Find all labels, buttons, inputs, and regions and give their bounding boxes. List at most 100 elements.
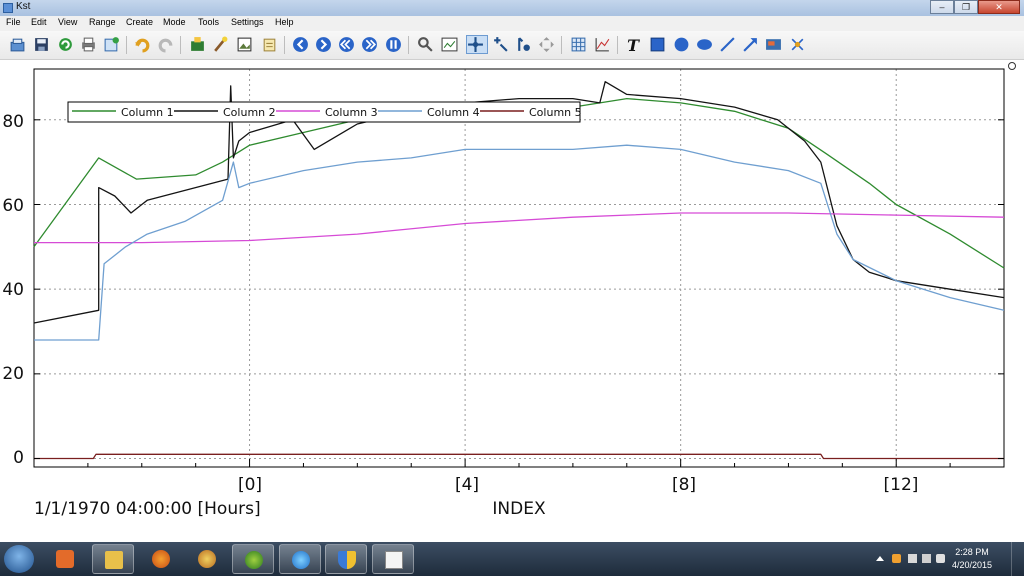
forward-icon[interactable] <box>315 36 332 53</box>
taskbar: 2:28 PM 4/20/2015 <box>0 542 1024 576</box>
back-icon[interactable] <box>292 36 309 53</box>
clock-time: 2:28 PM <box>955 547 989 557</box>
paint-icon[interactable] <box>186 544 228 574</box>
svg-text:T: T <box>627 36 640 53</box>
menu-create[interactable]: Create <box>126 17 153 27</box>
plot-frame <box>33 68 1005 468</box>
series-line-column-4 <box>34 144 1005 341</box>
box-icon[interactable] <box>649 36 666 53</box>
legend-label-column-2: Column 2 <box>223 106 276 119</box>
label-icon[interactable]: T <box>625 36 642 53</box>
toolbar: T <box>0 31 1024 60</box>
y-tick-label: 20 <box>2 364 24 384</box>
cursor-icon[interactable] <box>492 36 509 53</box>
menu-settings[interactable]: Settings <box>231 17 264 27</box>
window-title: Kst <box>16 1 31 12</box>
menu-range[interactable]: Range <box>89 17 116 27</box>
legend-label-column-4: Column 4 <box>427 106 480 119</box>
x-axis-label: INDEX <box>492 499 546 518</box>
legend-label-column-5: Column 5 <box>529 106 582 119</box>
clock[interactable]: 2:28 PM 4/20/2015 <box>942 546 1002 572</box>
fast-forward-icon[interactable] <box>361 36 378 53</box>
arrow-icon[interactable] <box>742 36 759 53</box>
x-tick-label: [8] <box>672 475 696 495</box>
x-tick-label: [0] <box>238 475 262 495</box>
zoom-icon[interactable] <box>417 36 434 53</box>
legend-label-column-3: Column 3 <box>325 106 378 119</box>
export-icon[interactable] <box>103 36 120 53</box>
series-line-column-3 <box>34 212 1005 244</box>
undo-icon[interactable] <box>134 36 151 53</box>
status-area <box>0 518 1024 542</box>
maximize-button[interactable]: ❐ <box>954 0 978 14</box>
series-line-column-5 <box>34 453 1004 460</box>
picture-icon[interactable] <box>765 36 782 53</box>
grid-icon[interactable] <box>570 36 587 53</box>
tied-zoom-icon[interactable] <box>515 36 532 53</box>
line-icon[interactable] <box>719 36 736 53</box>
legend[interactable]: Column 1 Column 2 Column 3 Column 4 Colu… <box>67 101 582 123</box>
ticks <box>33 119 1005 467</box>
open-icon[interactable] <box>9 36 26 53</box>
move-icon[interactable] <box>538 36 555 53</box>
x-tick-labels: [0] [4] [8] [12] <box>238 475 919 495</box>
menu-view[interactable]: View <box>58 17 77 27</box>
java-icon[interactable] <box>892 554 901 563</box>
menu-bar: File Edit View Range Create Mode Tools S… <box>0 16 1024 32</box>
wizard-icon[interactable] <box>212 36 229 53</box>
flag-icon[interactable] <box>908 554 917 563</box>
system-tray: 2:28 PM 4/20/2015 <box>864 542 1024 576</box>
image-icon[interactable] <box>236 36 253 53</box>
title-bar: Kst – ❐ ✕ <box>0 0 1024 16</box>
y-tick-label: 40 <box>2 280 24 300</box>
kst-window-icon[interactable] <box>372 544 414 574</box>
minimize-button[interactable]: – <box>930 0 954 14</box>
close-button[interactable]: ✕ <box>978 0 1020 14</box>
redo-icon[interactable] <box>157 36 174 53</box>
show-desktop-button[interactable] <box>1011 542 1024 576</box>
save-icon[interactable] <box>33 36 50 53</box>
svg-icon[interactable] <box>789 36 806 53</box>
print-icon[interactable] <box>80 36 97 53</box>
kst-app-icon <box>3 3 13 13</box>
circle-icon[interactable] <box>673 36 690 53</box>
green-app-icon[interactable] <box>232 544 274 574</box>
internet-explorer-icon[interactable] <box>279 544 321 574</box>
menu-mode[interactable]: Mode <box>163 17 186 27</box>
reload-icon[interactable] <box>57 36 74 53</box>
grid <box>34 69 1004 467</box>
y-tick-labels: 0 20 40 60 80 <box>2 112 24 468</box>
y-tick-label: 80 <box>2 112 24 132</box>
series-line-column-1 <box>33 97 1005 269</box>
tied-zoom-indicator[interactable] <box>1008 62 1016 70</box>
menu-tools[interactable]: Tools <box>198 17 219 27</box>
series-group <box>33 81 1005 460</box>
file-explorer-icon[interactable] <box>92 544 134 574</box>
menu-help[interactable]: Help <box>275 17 294 27</box>
line-plot[interactable]: 0 20 40 60 80 [0] [4] [8] [12] 1/1/1970 … <box>0 60 1024 519</box>
firefox-icon[interactable] <box>140 544 182 574</box>
x-tick-label: [12] <box>884 475 919 495</box>
y-tick-label: 0 <box>13 448 24 468</box>
start-button[interactable] <box>4 545 34 573</box>
menu-file[interactable]: File <box>6 17 21 27</box>
network-icon[interactable] <box>922 554 931 563</box>
pan-icon[interactable] <box>466 35 488 54</box>
y-tick-label: 60 <box>2 196 24 216</box>
rewind-icon[interactable] <box>338 36 355 53</box>
legend-label-column-1: Column 1 <box>121 106 174 119</box>
pause-icon[interactable] <box>385 36 402 53</box>
x-tick-label: [4] <box>455 475 479 495</box>
layout-icon[interactable] <box>441 36 458 53</box>
edit-icon[interactable] <box>261 36 278 53</box>
ellipse-icon[interactable] <box>696 36 713 53</box>
menu-edit[interactable]: Edit <box>31 17 47 27</box>
shield-icon[interactable] <box>325 544 367 574</box>
clock-date: 4/20/2015 <box>951 560 993 570</box>
show-hidden-icons-icon[interactable] <box>876 556 884 561</box>
plot-panel[interactable]: 0 20 40 60 80 [0] [4] [8] [12] 1/1/1970 … <box>0 60 1024 519</box>
plot-icon[interactable] <box>594 36 611 53</box>
x-date-label: 1/1/1970 04:00:00 [Hours] <box>34 499 261 518</box>
data-manager-icon[interactable] <box>189 36 206 53</box>
media-player-icon[interactable] <box>44 544 86 574</box>
